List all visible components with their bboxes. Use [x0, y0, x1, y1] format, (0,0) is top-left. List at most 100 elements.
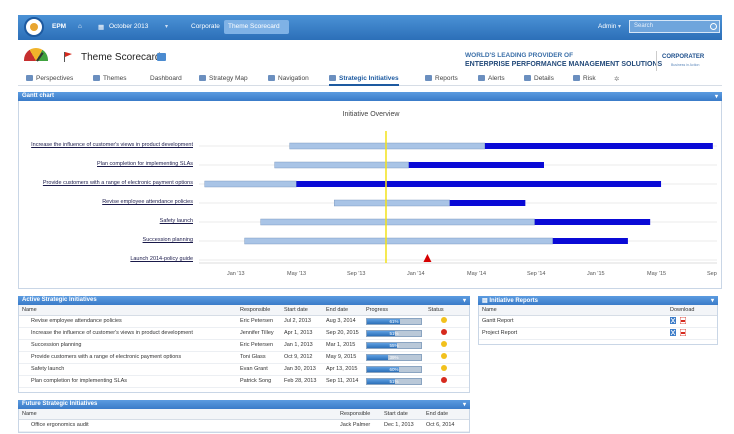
- home-icon[interactable]: ⌂: [78, 23, 82, 30]
- gantt-bar-remaining[interactable]: [552, 238, 628, 244]
- report-name[interactable]: Project Report: [479, 327, 667, 340]
- table-row[interactable]: Provide customers with a range of electr…: [19, 351, 469, 364]
- search-input[interactable]: Search: [629, 20, 720, 33]
- end-date: Aug 3, 2014: [323, 315, 363, 328]
- col-end-date[interactable]: End date: [323, 305, 363, 316]
- gantt-bar-remaining[interactable]: [484, 143, 713, 149]
- gantt-bar-completed[interactable]: [289, 142, 486, 150]
- table-row[interactable]: Revise employee attendance policies Eric …: [19, 315, 469, 328]
- gantt-row-label[interactable]: Launch 2014-policy guide: [130, 256, 193, 262]
- start-date: Jan 1, 2013: [281, 339, 323, 352]
- gantt-bar-remaining[interactable]: [534, 219, 651, 225]
- progress-text: 51%: [389, 330, 399, 336]
- initiative-name[interactable]: Provide customers with a range of electr…: [19, 351, 237, 364]
- tab-strategic-initiatives[interactable]: Strategic Initiatives: [329, 72, 399, 86]
- org-selector[interactable]: Corporate: [191, 23, 220, 30]
- tab-perspectives[interactable]: Perspectives: [26, 72, 73, 86]
- period-selector[interactable]: October 2013: [109, 23, 148, 30]
- reports-table: Name Download Gantt Report Project Repor…: [479, 305, 717, 340]
- gantt-bar-completed[interactable]: [204, 180, 297, 188]
- initiative-name[interactable]: Increase the influence of customer's vie…: [19, 327, 237, 340]
- add-tab-icon[interactable]: ✲: [614, 72, 619, 86]
- view-selector[interactable]: Theme Scorecard: [228, 23, 280, 30]
- reports-panel: Name Download Gantt Report Project Repor…: [478, 305, 718, 345]
- gantt-bar-remaining[interactable]: [296, 181, 662, 187]
- report-name[interactable]: Gantt Report: [479, 315, 667, 328]
- gantt-bar-completed[interactable]: [260, 218, 535, 226]
- table-row: Gantt Report: [479, 315, 717, 328]
- gantt-bar-remaining[interactable]: [408, 162, 544, 168]
- gantt-row-label[interactable]: Revise employee attendance policies: [102, 199, 193, 205]
- table-row[interactable]: Safety launch Evan Grant Jan 30, 2013 Apr 1…: [19, 363, 469, 376]
- tab-label: Strategic Initiatives: [339, 75, 399, 82]
- col-status[interactable]: Status: [425, 305, 469, 316]
- table-row[interactable]: Plan completion for implementing SLAs Pat…: [19, 375, 469, 388]
- app-logo[interactable]: [24, 17, 44, 37]
- gantt-panel-header[interactable]: Gantt chart ▾: [18, 92, 722, 101]
- table-row[interactable]: Office ergonomics audit Jack Palmer Dec …: [19, 419, 469, 432]
- initiative-name[interactable]: Succession planning: [19, 339, 237, 352]
- info-icon[interactable]: [157, 53, 166, 61]
- alert-icon: [478, 75, 485, 81]
- search-icon[interactable]: [710, 23, 717, 30]
- table-row[interactable]: Succession planning Eric Petersen Jan 1, 2…: [19, 339, 469, 352]
- tab-themes[interactable]: Themes: [93, 72, 126, 86]
- pdf-icon[interactable]: [679, 317, 686, 324]
- tab-dashboard[interactable]: Dashboard: [150, 72, 182, 86]
- tab-alerts[interactable]: Alerts: [478, 72, 505, 86]
- pdf-icon[interactable]: [679, 329, 686, 336]
- col-progress[interactable]: Progress: [363, 305, 425, 316]
- status-cell: [425, 363, 469, 376]
- tab-risk[interactable]: Risk: [573, 72, 596, 86]
- gantt-bar-completed[interactable]: [333, 199, 450, 207]
- gantt-bar-completed[interactable]: [274, 161, 409, 169]
- tab-navigation[interactable]: Navigation: [268, 72, 309, 86]
- start-date: Oct 9, 2012: [281, 351, 323, 364]
- end-date: May 9, 2015: [323, 351, 363, 364]
- tab-label: Details: [534, 75, 554, 82]
- user-dropdown-icon[interactable]: ▾: [618, 23, 621, 30]
- period-dropdown-icon[interactable]: ▾: [165, 23, 168, 30]
- tab-strategy-map[interactable]: Strategy Map: [199, 72, 248, 86]
- start-date: Apr 1, 2013: [281, 327, 323, 340]
- tab-label: Strategy Map: [209, 75, 248, 82]
- col-name[interactable]: Name: [19, 305, 237, 316]
- col-start-date[interactable]: Start date: [281, 305, 323, 316]
- gantt-row-label[interactable]: Succession planning: [143, 237, 193, 243]
- active-panel-header[interactable]: Active Strategic Initiatives ▾: [18, 296, 470, 305]
- gantt-bar-completed[interactable]: [244, 237, 553, 245]
- col-end-date[interactable]: End date: [423, 409, 469, 420]
- initiative-name[interactable]: Safety launch: [19, 363, 237, 376]
- calendar-icon[interactable]: ▦: [98, 23, 104, 31]
- gantt-panel: Initiative Overview Increase the influen…: [18, 101, 722, 289]
- progress-text: 39%: [389, 354, 399, 360]
- col-name[interactable]: Name: [19, 409, 337, 420]
- excel-icon[interactable]: [670, 317, 676, 324]
- collapse-chevron-icon[interactable]: ▾: [711, 297, 714, 304]
- collapse-chevron-icon[interactable]: ▾: [463, 401, 466, 408]
- tab-reports[interactable]: Reports: [425, 72, 458, 86]
- app-name[interactable]: EPM: [52, 23, 66, 30]
- col-responsible[interactable]: Responsible: [237, 305, 281, 316]
- gantt-row-label[interactable]: Increase the influence of customer's vie…: [31, 142, 193, 148]
- gantt-row-label[interactable]: Provide customers with a range of electr…: [43, 180, 193, 186]
- col-start-date[interactable]: Start date: [381, 409, 423, 420]
- progress-text: 61%: [389, 318, 399, 324]
- excel-icon[interactable]: [670, 329, 676, 336]
- collapse-chevron-icon[interactable]: ▾: [463, 297, 466, 304]
- tab-label: Risk: [583, 75, 596, 82]
- collapse-chevron-icon[interactable]: ▾: [715, 93, 718, 100]
- future-panel-header[interactable]: Future Strategic Initiatives ▾: [18, 400, 470, 409]
- user-menu[interactable]: Admin: [598, 23, 616, 30]
- initiative-name[interactable]: Plan completion for implementing SLAs: [19, 375, 237, 388]
- tab-details[interactable]: Details: [524, 72, 554, 86]
- reports-panel-header[interactable]: ▤ Initiative Reports ▾: [478, 296, 718, 305]
- initiative-name[interactable]: Office ergonomics audit: [19, 419, 337, 432]
- initiative-name[interactable]: Revise employee attendance policies: [19, 315, 237, 328]
- table-row[interactable]: Increase the influence of customer's vie…: [19, 327, 469, 340]
- gantt-row-label[interactable]: Plan completion for implementing SLAs: [97, 161, 193, 167]
- gantt-row-label[interactable]: Safety launch: [160, 218, 193, 224]
- gantt-milestone-marker[interactable]: [423, 254, 432, 262]
- col-responsible[interactable]: Responsible: [337, 409, 381, 420]
- gantt-bar-remaining[interactable]: [449, 200, 526, 206]
